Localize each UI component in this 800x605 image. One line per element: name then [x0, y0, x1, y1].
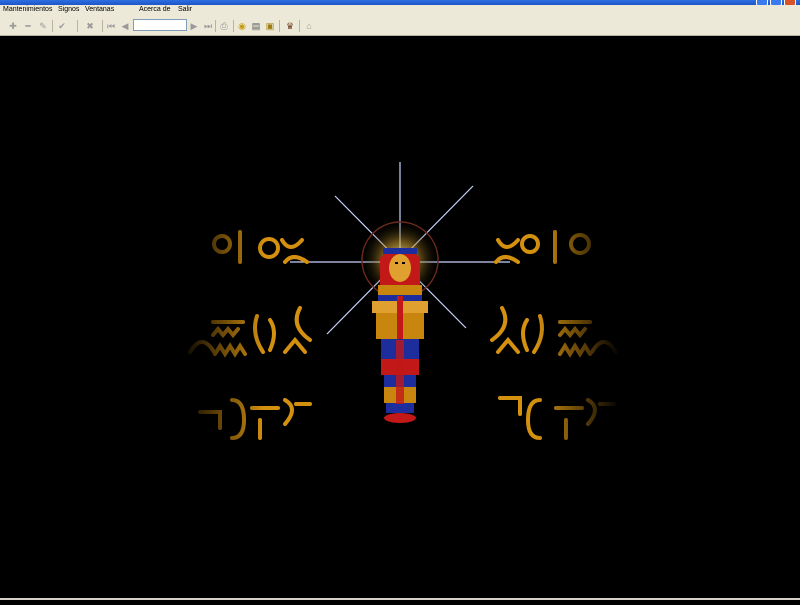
previous-record-icon[interactable]: ◀: [119, 20, 131, 32]
record-search-input[interactable]: [133, 19, 187, 31]
menu-ventanas[interactable]: Ventanas: [85, 6, 114, 13]
menu-mantenimientos[interactable]: Mantenimientos: [3, 6, 52, 13]
print-icon[interactable]: ⎙: [218, 20, 230, 32]
menu-bar: Mantenimientos Signos Ventanas Acerca de…: [0, 5, 800, 17]
pharaoh-head-icon[interactable]: ♛: [284, 20, 296, 32]
eye-symbol-icon[interactable]: ◉: [236, 20, 248, 32]
main-canvas: [0, 36, 800, 600]
menu-acerca-de[interactable]: Acerca de: [139, 6, 171, 13]
egyptian-sarcophagus-illustration: [180, 162, 620, 480]
card-icon[interactable]: ▣: [264, 20, 276, 32]
sarcophagus-figure: [372, 248, 428, 423]
next-record-icon[interactable]: ▶: [188, 20, 200, 32]
cancel-x-icon[interactable]: ✖: [84, 20, 96, 32]
add-icon[interactable]: ✚: [7, 20, 19, 32]
remove-icon[interactable]: ━: [22, 20, 34, 32]
first-record-icon[interactable]: ⏮: [105, 20, 117, 32]
toolbar: ✚ ━ ✎ ✔ ✖ ⏮ ◀ ▶ ⏭ ⎙ ◉ ▤ ▣ ♛ ⌂: [0, 17, 800, 36]
exit-door-icon[interactable]: ⌂: [303, 20, 315, 32]
last-record-icon[interactable]: ⏭: [202, 20, 214, 32]
confirm-check-icon[interactable]: ✔: [56, 20, 68, 32]
menu-signos[interactable]: Signos: [58, 6, 79, 13]
menu-salir[interactable]: Salir: [178, 6, 192, 13]
edit-pencil-icon[interactable]: ✎: [37, 20, 49, 32]
document-icon[interactable]: ▤: [250, 20, 262, 32]
